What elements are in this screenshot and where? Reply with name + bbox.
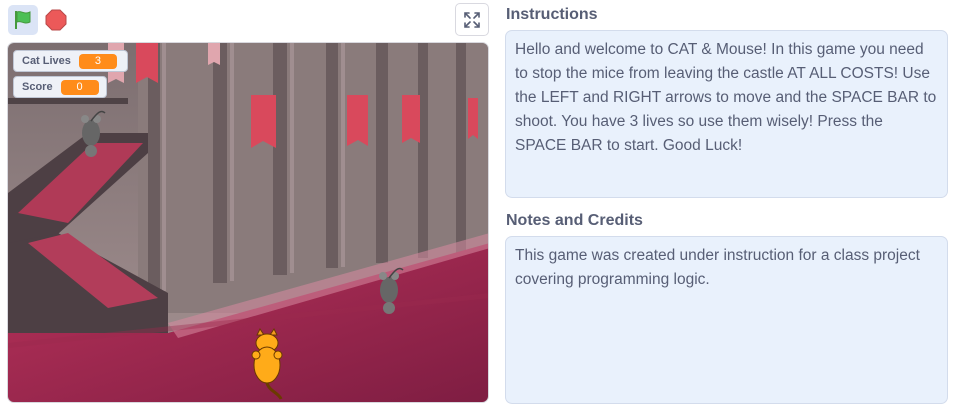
fullscreen-icon (464, 11, 480, 28)
stop-button[interactable] (41, 5, 71, 35)
green-flag-button[interactable] (8, 5, 38, 35)
notes-text: This game was created under instruction … (505, 236, 948, 404)
score-value: 0 (60, 79, 99, 95)
fullscreen-button[interactable] (455, 3, 489, 36)
cat-lives-label: Cat Lives (22, 55, 71, 67)
notes-title: Notes and Credits (506, 212, 643, 229)
instructions-title: Instructions (506, 6, 598, 23)
game-stage[interactable]: Cat Lives 3 Score 0 (7, 42, 489, 403)
score-monitor: Score 0 (13, 76, 107, 98)
instructions-text: Hello and welcome to CAT & Mouse! In thi… (505, 30, 948, 198)
green-flag-icon (15, 11, 31, 29)
cat-lives-monitor: Cat Lives 3 (13, 50, 128, 72)
cat-lives-value: 3 (78, 53, 117, 69)
score-label: Score (22, 81, 53, 93)
stop-sign-icon (45, 9, 67, 31)
